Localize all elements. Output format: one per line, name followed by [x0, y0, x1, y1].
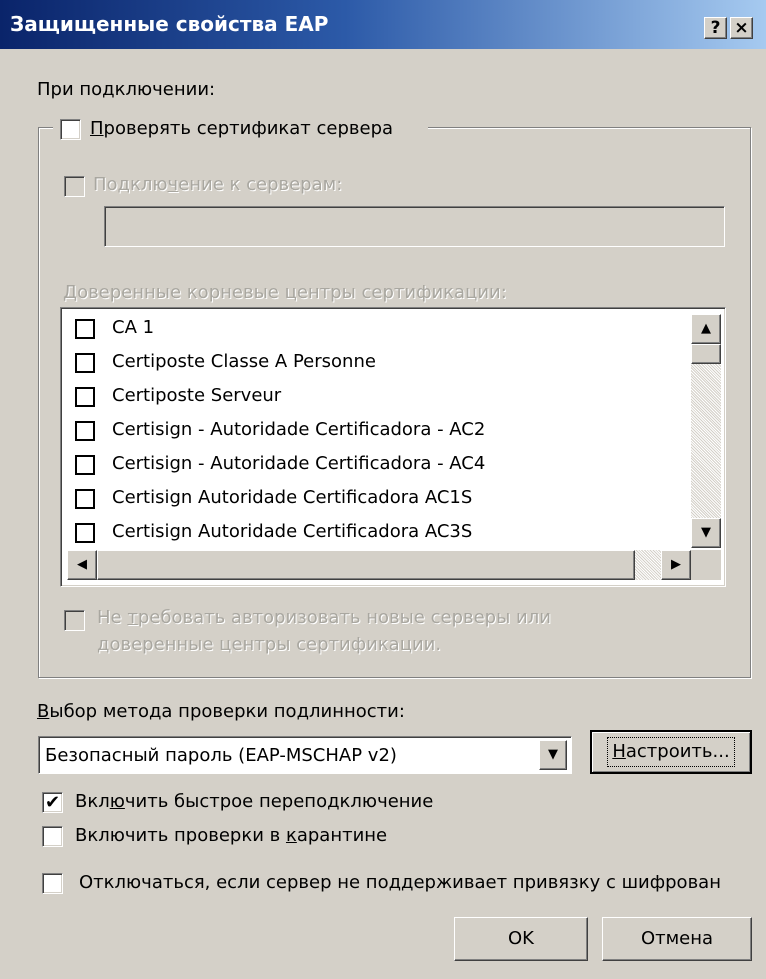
vertical-scroll-thumb[interactable] — [691, 344, 721, 364]
scroll-corner — [691, 550, 721, 580]
verify-cert-checkbox[interactable] — [60, 119, 81, 140]
on-connect-label: При подключении: — [37, 79, 216, 100]
cancel-button[interactable]: Отмена — [602, 917, 752, 961]
ca-name: Certiposte Serveur — [112, 385, 282, 406]
disconnect-checkbox[interactable] — [42, 873, 63, 894]
connect-servers-field[interactable] — [104, 206, 725, 247]
close-button[interactable]: × — [730, 17, 753, 39]
no-prompt-label-line1: Не требовать авторизовать новые серверы … — [97, 607, 551, 628]
ca-name: Certisign - Autoridade Certificadora - A… — [112, 453, 486, 474]
help-button[interactable]: ? — [704, 17, 727, 39]
trusted-ca-list[interactable]: CA 1 Certiposte Classe A Personne Certip… — [60, 307, 726, 587]
scroll-up-button[interactable]: ▲ — [691, 314, 721, 344]
ca-checkbox[interactable] — [75, 353, 95, 373]
title-bar[interactable]: Защищенные свойства EAP ? × — [0, 0, 766, 49]
chevron-down-icon[interactable]: ▼ — [539, 740, 567, 770]
fast-reconnect-checkbox[interactable]: ✔ — [42, 792, 63, 813]
no-prompt-label-line2: доверенные центры сертификации. — [97, 634, 442, 655]
disconnect-label[interactable]: Отключаться, если сервер не поддерживает… — [79, 872, 766, 893]
ca-checkbox[interactable] — [75, 319, 95, 339]
auth-method-label: Выбор метода проверки подлинности: — [37, 701, 405, 722]
ca-name: CA 1 — [112, 317, 155, 338]
quarantine-label[interactable]: Включить проверки в карантине — [75, 825, 387, 846]
vertical-scrollbar[interactable]: ▲ ▼ — [691, 314, 721, 548]
connect-servers-label: Подключение к серверам: — [93, 174, 343, 195]
trusted-ca-label: Доверенные корневые центры сертификации: — [63, 282, 507, 303]
ca-name: Certisign - Autoridade Certificadora - A… — [112, 419, 486, 440]
horizontal-scroll-thumb[interactable] — [97, 550, 635, 580]
dialog-title: Защищенные свойства EAP — [10, 12, 329, 36]
auth-method-value: Безопасный пароль (EAP-MSCHAP v2) — [45, 745, 397, 766]
ca-name: Certisign Autoridade Certificadora AC1S — [112, 487, 473, 508]
ca-checkbox[interactable] — [75, 421, 95, 441]
ok-button[interactable]: OK — [454, 917, 588, 961]
ca-name: Certiposte Classe A Personne — [112, 351, 376, 372]
ca-checkbox[interactable] — [75, 387, 95, 407]
auth-method-select[interactable]: Безопасный пароль (EAP-MSCHAP v2) ▼ — [38, 736, 572, 774]
configure-label: Настроить... — [607, 737, 735, 767]
configure-button[interactable]: Настроить... — [590, 730, 752, 774]
connect-servers-checkbox[interactable] — [64, 176, 85, 197]
horizontal-scrollbar[interactable]: ◀ ▶ — [67, 550, 691, 580]
scroll-down-button[interactable]: ▼ — [691, 518, 721, 548]
no-prompt-checkbox[interactable] — [64, 610, 85, 631]
scroll-right-button[interactable]: ▶ — [661, 550, 691, 580]
eap-properties-dialog: Защищенные свойства EAP ? × При подключе… — [0, 0, 766, 979]
ca-checkbox[interactable] — [75, 523, 95, 543]
ca-checkbox[interactable] — [75, 455, 95, 475]
ca-name: Certisign Autoridade Certificadora AC3S — [112, 521, 473, 542]
quarantine-checkbox[interactable] — [42, 826, 63, 847]
verify-cert-label[interactable]: Проверять сертификат сервера — [90, 118, 393, 139]
fast-reconnect-label[interactable]: Включить быстрое переподключение — [75, 791, 433, 812]
scroll-left-button[interactable]: ◀ — [67, 550, 97, 580]
ca-checkbox[interactable] — [75, 489, 95, 509]
